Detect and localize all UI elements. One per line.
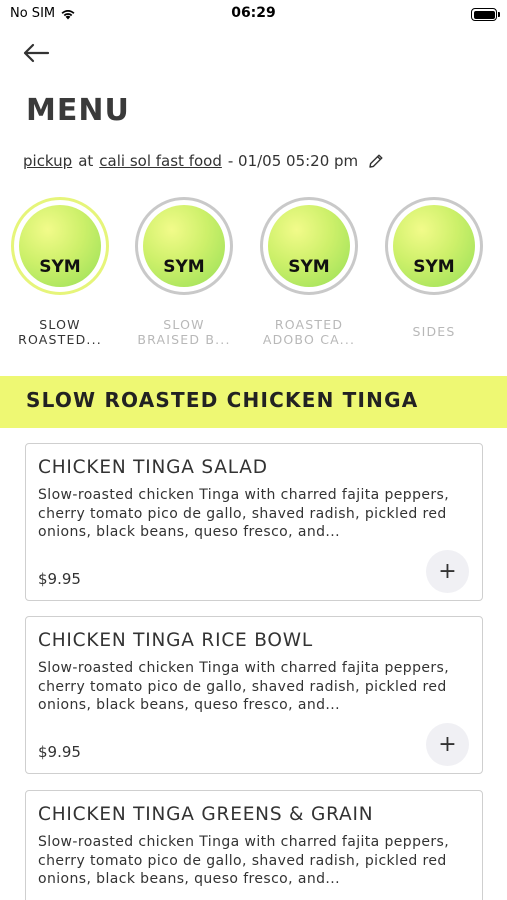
category-label: ROASTED ADOBO CA... [262, 317, 356, 347]
item-description: Slow-roasted chicken Tinga with charred … [38, 487, 450, 540]
store-location-link[interactable]: cali sol fast food [99, 152, 222, 170]
category-carousel: SYM SLOW ROASTED... SYM SLOW BRAISED B..… [0, 197, 507, 357]
category-label: SIDES [412, 324, 456, 339]
battery-icon [471, 8, 500, 21]
back-button[interactable] [22, 38, 56, 68]
clock: 06:29 [231, 5, 276, 21]
order-mode-link[interactable]: pickup [23, 152, 72, 170]
arrow-left-icon [23, 43, 50, 63]
category-label: SLOW ROASTED... [18, 317, 102, 347]
item-name: CHICKEN TINGA SALAD [38, 457, 268, 478]
sym-logo: SYM [39, 257, 81, 277]
order-info: pickup at cali sol fast food - 01/05 05:… [23, 152, 384, 170]
item-name: CHICKEN TINGA GREENS & GRAIN [38, 804, 374, 825]
item-name: CHICKEN TINGA RICE BOWL [38, 630, 313, 651]
item-description: Slow-roasted chicken Tinga with charred … [38, 834, 450, 887]
add-item-button[interactable]: + [426, 550, 469, 593]
section-title: SLOW ROASTED CHICKEN TINGA [26, 388, 419, 412]
menu-item-card[interactable]: CHICKEN TINGA RICE BOWL Slow-roasted chi… [25, 616, 483, 774]
category-image: SYM [11, 197, 109, 295]
category-image: SYM [385, 197, 483, 295]
sym-logo: SYM [288, 257, 330, 277]
edit-order-button[interactable] [368, 153, 384, 169]
pencil-icon [369, 154, 383, 168]
category-label: SLOW BRAISED B... [137, 317, 231, 347]
item-price: $9.95 [38, 743, 81, 761]
sym-logo: SYM [413, 257, 455, 277]
status-bar: No SIM 06:29 [0, 0, 507, 30]
order-at-text: at [78, 152, 94, 170]
add-item-button[interactable]: + [426, 723, 469, 766]
item-price: $9.95 [38, 570, 81, 588]
item-description: Slow-roasted chicken Tinga with charred … [38, 660, 450, 713]
menu-item-card[interactable]: CHICKEN TINGA SALAD Slow-roasted chicken… [25, 443, 483, 601]
order-schedule: - 01/05 05:20 pm [227, 152, 359, 170]
menu-item-card[interactable]: CHICKEN TINGA GREENS & GRAIN Slow-roaste… [25, 790, 483, 900]
sym-logo: SYM [163, 257, 205, 277]
category-image: SYM [260, 197, 358, 295]
category-image: SYM [135, 197, 233, 295]
page-title: MENU [26, 93, 130, 128]
